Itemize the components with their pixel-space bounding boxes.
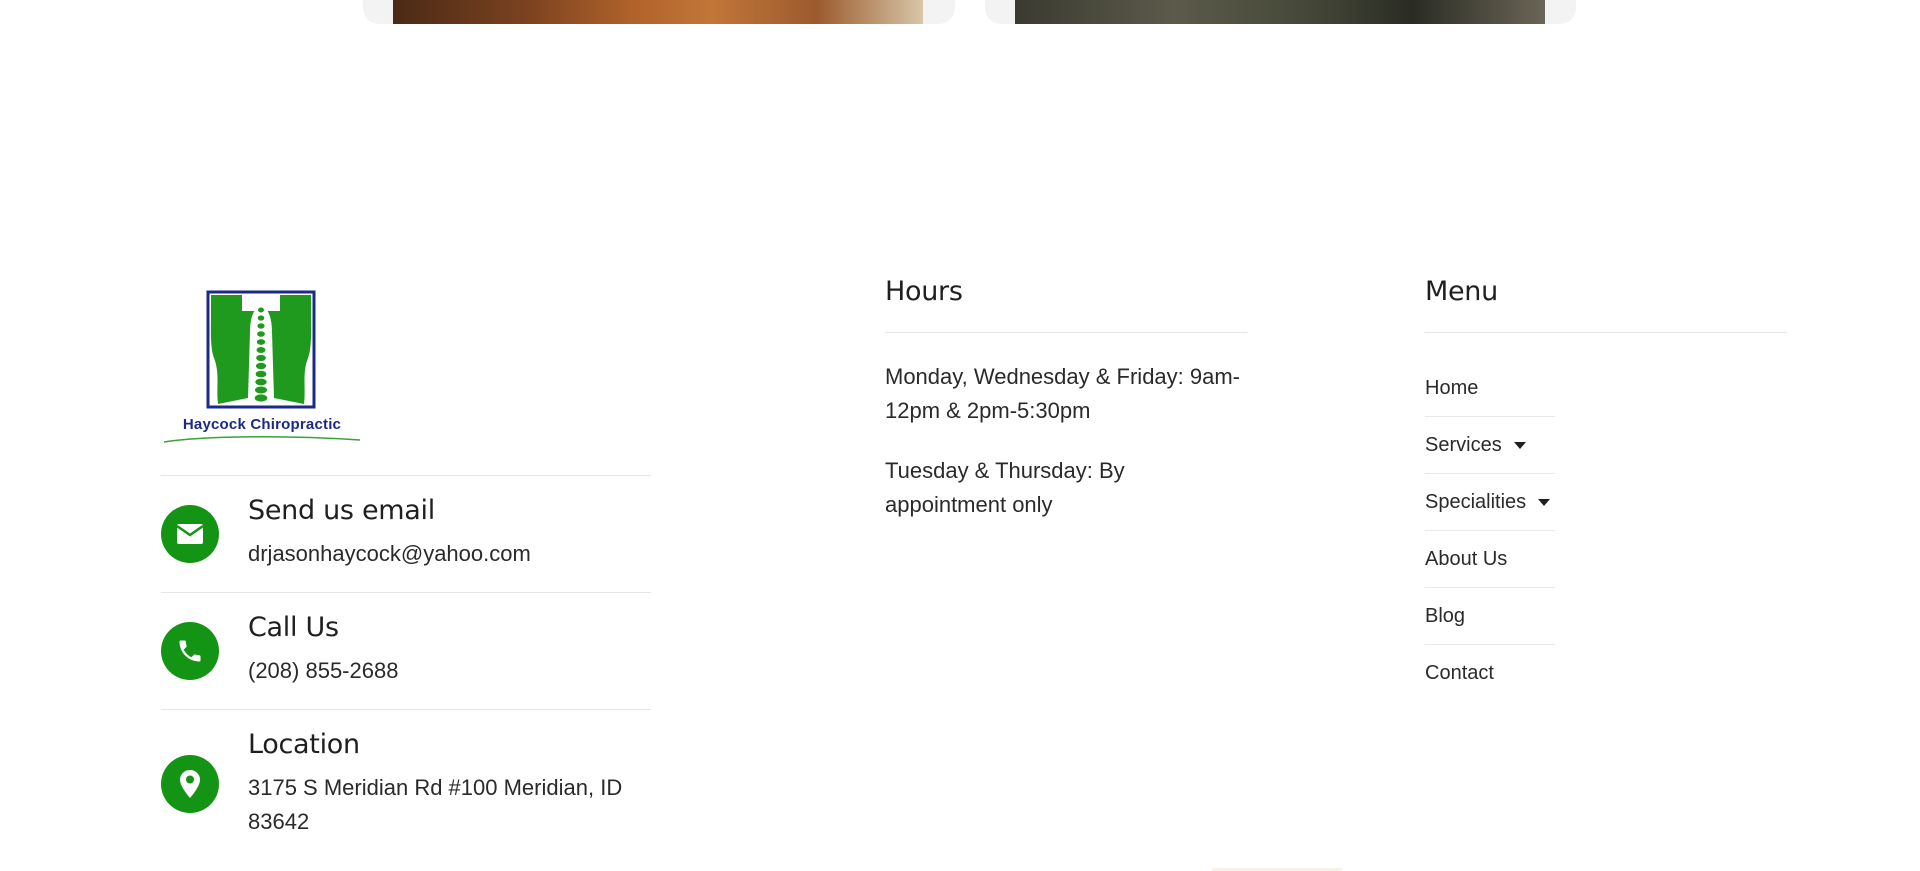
image-card-left[interactable] bbox=[363, 0, 955, 24]
location-address: 3175 S Meridian Rd #100 Meridian, ID 836… bbox=[248, 775, 623, 834]
menu-item-label: Specialities bbox=[1425, 490, 1527, 513]
logo-swoosh-icon bbox=[163, 436, 361, 443]
location-heading: Location bbox=[248, 729, 360, 760]
menu-item-label: About Us bbox=[1425, 547, 1508, 570]
menu-item-contact[interactable]: Contact bbox=[1425, 645, 1555, 702]
hours-heading: Hours bbox=[885, 276, 963, 307]
menu-item-label: Blog bbox=[1425, 604, 1466, 627]
caret-down-icon[interactable] bbox=[1513, 441, 1526, 449]
email-heading: Send us email bbox=[248, 495, 435, 526]
footer-menu: Home Services Specialities About Us Blog… bbox=[1425, 360, 1555, 702]
divider bbox=[161, 592, 651, 593]
map-pin-icon bbox=[161, 755, 219, 813]
divider bbox=[885, 332, 1247, 333]
menu-item-specialities[interactable]: Specialities bbox=[1425, 474, 1555, 531]
menu-item-label: Home bbox=[1425, 376, 1479, 399]
menu-item-label: Services bbox=[1425, 433, 1502, 456]
phone-number-link[interactable]: (208) 855-2688 bbox=[248, 654, 668, 688]
menu-heading: Menu bbox=[1425, 276, 1498, 307]
divider bbox=[161, 709, 651, 710]
menu-item-services[interactable]: Services bbox=[1425, 417, 1555, 474]
site-logo[interactable]: Haycock Chiropractic bbox=[162, 288, 362, 443]
image-card-right[interactable] bbox=[985, 0, 1576, 24]
hours-line: Tuesday & Thursday: By appointment only bbox=[885, 458, 1125, 517]
hours-line: Monday, Wednesday & Friday: 9am-12pm & 2… bbox=[885, 364, 1241, 423]
card-photo bbox=[1015, 0, 1545, 24]
card-photo bbox=[393, 0, 923, 24]
menu-item-about-us[interactable]: About Us bbox=[1425, 531, 1555, 588]
menu-item-label: Contact bbox=[1425, 662, 1494, 684]
menu-item-home[interactable]: Home bbox=[1425, 360, 1555, 417]
logo-text: Haycock Chiropractic bbox=[182, 416, 342, 433]
menu-item-blog[interactable]: Blog bbox=[1425, 588, 1555, 645]
spine-logo-icon bbox=[206, 290, 316, 409]
caret-down-icon[interactable] bbox=[1538, 498, 1551, 506]
envelope-icon bbox=[161, 505, 219, 563]
email-address-link[interactable]: drjasonhaycock@yahoo.com bbox=[248, 537, 668, 571]
divider bbox=[161, 475, 651, 476]
divider bbox=[1425, 332, 1787, 333]
phone-icon bbox=[161, 622, 219, 680]
footer-page: Haycock Chiropractic Send us email drjas… bbox=[0, 0, 1920, 871]
call-heading: Call Us bbox=[248, 612, 339, 643]
